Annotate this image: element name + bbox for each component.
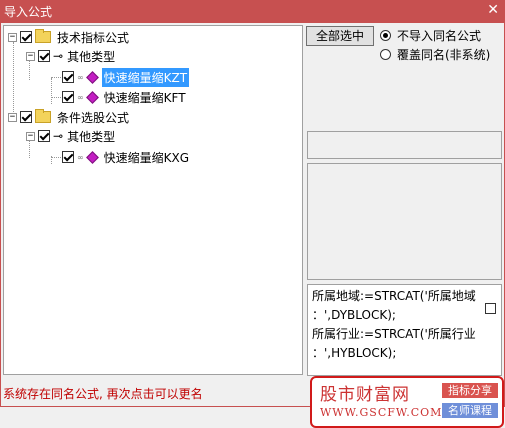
link-icon: ∞ <box>77 92 84 102</box>
watermark-title: 股市财富网 <box>320 385 410 405</box>
watermark-tag-courses: 名师课程 <box>442 403 498 418</box>
tree-item-kxg[interactable]: ∞ 快速缩量缩KXG <box>62 148 191 166</box>
code-checkbox[interactable] <box>485 303 496 314</box>
collapse-icon[interactable]: − <box>26 131 35 141</box>
tree-node-other-type[interactable]: − ⊸ 其他类型 <box>26 47 117 65</box>
description-box <box>307 163 502 280</box>
tree-node-stock-selection[interactable]: − 条件选股公式 <box>8 108 131 126</box>
tree-item-kzt[interactable]: ∞ 快速缩量缩KZT <box>62 67 190 87</box>
code-preview[interactable]: 所属地域:=STRCAT('所属地域 ：',DYBLOCK); 所属行业:=ST… <box>307 284 502 376</box>
tree-node-label: 其他类型 <box>67 129 116 144</box>
collapse-icon[interactable]: − <box>8 32 17 42</box>
code-line: 所属行业:=STRCAT('所属行业 <box>312 327 476 341</box>
tree-node-label: 其他类型 <box>67 49 116 64</box>
code-line: ：',HYBLOCK); <box>312 346 397 360</box>
radio-label: 不导入同名公式 <box>397 29 482 43</box>
tree-item-label: 快速缩量缩KZT <box>101 67 190 87</box>
select-all-button[interactable]: 全部选中 <box>306 26 374 46</box>
info-box <box>307 131 502 159</box>
link-icon: ∞ <box>77 72 84 82</box>
tree-node-other-type-2[interactable]: − ⊸ 其他类型 <box>26 127 117 145</box>
close-icon[interactable]: ✕ <box>487 2 499 18</box>
radio-button[interactable] <box>380 49 391 60</box>
link-icon: ∞ <box>77 152 84 162</box>
tree-checkbox[interactable] <box>62 151 74 163</box>
radio-overwrite-duplicates[interactable]: 覆盖同名(非系统) <box>380 46 490 63</box>
formula-gem-icon <box>85 150 99 164</box>
tree-checkbox[interactable] <box>20 111 32 123</box>
tree-node-label: 技术指标公式 <box>57 30 130 45</box>
radio-skip-duplicates[interactable]: 不导入同名公式 <box>380 27 481 44</box>
tree-item-label: 快速缩量缩KFT <box>103 90 186 105</box>
key-icon: ⊸ <box>53 129 64 143</box>
tree-checkbox[interactable] <box>62 71 74 83</box>
tree-node-tech-indicator[interactable]: − 技术指标公式 <box>8 28 131 46</box>
collapse-icon[interactable]: − <box>26 51 35 61</box>
tree-checkbox[interactable] <box>38 130 50 142</box>
formula-tree[interactable]: − 技术指标公式 − ⊸ 其他类型 ∞ 快速缩量缩KZT ∞ 快速缩量缩KFT … <box>3 25 303 375</box>
code-line: ：',DYBLOCK); <box>312 308 396 322</box>
dialog-body: − 技术指标公式 − ⊸ 其他类型 ∞ 快速缩量缩KZT ∞ 快速缩量缩KFT … <box>0 22 505 428</box>
title-bar: 导入公式 ✕ <box>0 0 505 22</box>
folder-icon <box>35 109 51 123</box>
radio-label: 覆盖同名(非系统) <box>397 48 491 62</box>
code-line: 所属地域:=STRCAT('所属地域 <box>312 289 476 303</box>
radio-button[interactable] <box>380 30 391 41</box>
status-message: 系统存在同名公式, 再次点击可以更名 <box>3 387 203 401</box>
key-icon: ⊸ <box>53 49 64 63</box>
tree-item-label: 快速缩量缩KXG <box>103 150 190 165</box>
formula-gem-icon <box>85 90 99 104</box>
tree-checkbox[interactable] <box>38 50 50 62</box>
site-watermark: 股市财富网 WWW.GSCFW.COM 指标分享 名师课程 <box>310 376 504 428</box>
collapse-icon[interactable]: − <box>8 112 17 122</box>
tree-checkbox[interactable] <box>62 91 74 103</box>
watermark-tag-share: 指标分享 <box>442 383 498 398</box>
tree-node-label: 条件选股公式 <box>57 110 130 125</box>
folder-icon <box>35 29 51 43</box>
tree-item-kft[interactable]: ∞ 快速缩量缩KFT <box>62 88 188 106</box>
watermark-url: WWW.GSCFW.COM <box>320 406 443 419</box>
tree-connector <box>51 78 52 104</box>
window-title: 导入公式 <box>4 5 53 19</box>
formula-gem-icon <box>85 70 99 84</box>
tree-checkbox[interactable] <box>20 31 32 43</box>
